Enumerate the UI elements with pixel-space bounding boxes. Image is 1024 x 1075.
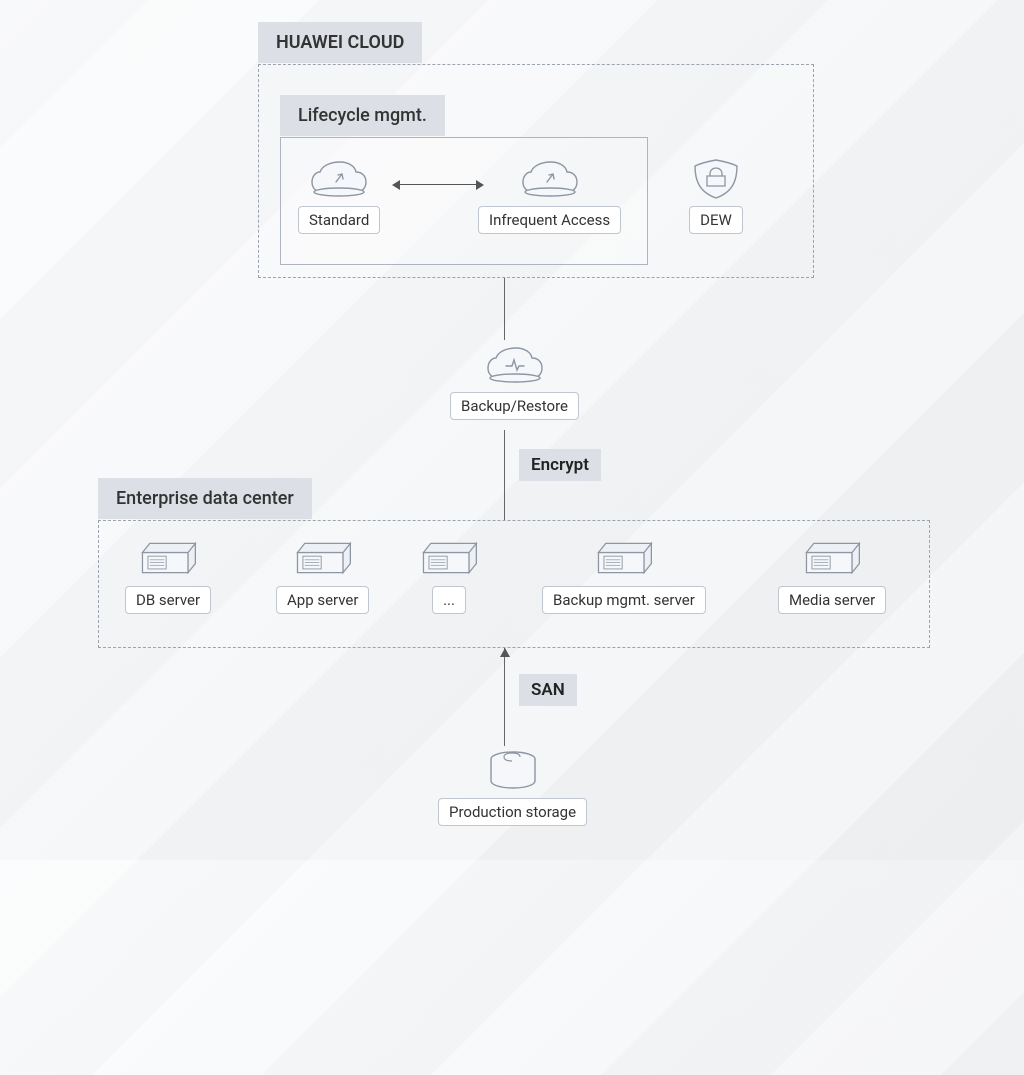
lifecycle-section-title: Lifecycle mgmt. xyxy=(280,95,445,136)
server-icon xyxy=(593,534,655,582)
enterprise-section-title: Enterprise data center xyxy=(98,478,312,519)
server-icon xyxy=(137,534,199,582)
standard-label: Standard xyxy=(298,206,380,234)
dew-node: DEW xyxy=(685,154,747,234)
san-arrow-up-icon xyxy=(500,648,510,657)
backup-restore-node: Backup/Restore xyxy=(450,340,579,420)
media-server-node: Media server xyxy=(778,534,886,614)
connector-cloud-to-backup xyxy=(504,278,505,340)
production-storage-node: Production storage xyxy=(438,746,587,826)
server-icon xyxy=(292,534,354,582)
app-server-label: App server xyxy=(276,586,369,614)
infrequent-access-label: Infrequent Access xyxy=(478,206,621,234)
standard-node: Standard xyxy=(298,154,380,234)
architecture-diagram: HUAWEI CLOUD Lifecycle mgmt. Enterprise … xyxy=(0,0,1024,860)
db-server-label: DB server xyxy=(125,586,211,614)
production-storage-label: Production storage xyxy=(438,798,587,826)
san-edge-label: SAN xyxy=(519,674,577,706)
cloud-storage-icon xyxy=(308,154,370,202)
server-icon xyxy=(418,534,480,582)
database-cylinder-icon xyxy=(482,746,544,794)
db-server-node: DB server xyxy=(125,534,211,614)
media-server-label: Media server xyxy=(778,586,886,614)
cloud-activity-icon xyxy=(484,340,546,388)
backup-restore-label: Backup/Restore xyxy=(450,392,579,420)
infrequent-access-node: Infrequent Access xyxy=(478,154,621,234)
cloud-section-title: HUAWEI CLOUD xyxy=(258,22,422,63)
app-server-node: App server xyxy=(276,534,369,614)
shield-lock-icon xyxy=(685,154,747,202)
server-icon xyxy=(801,534,863,582)
encrypt-edge-label: Encrypt xyxy=(519,449,601,481)
generic-server-node: ... xyxy=(418,534,480,614)
ellipsis-label: ... xyxy=(432,586,466,614)
cloud-storage-icon xyxy=(519,154,581,202)
backup-mgmt-server-label: Backup mgmt. server xyxy=(542,586,706,614)
dew-label: DEW xyxy=(689,206,743,234)
connector-backup-to-enterprise xyxy=(504,430,505,520)
connector-enterprise-to-storage xyxy=(504,648,505,746)
lifecycle-bidirectional-arrow-icon xyxy=(392,178,484,192)
backup-mgmt-server-node: Backup mgmt. server xyxy=(542,534,706,614)
